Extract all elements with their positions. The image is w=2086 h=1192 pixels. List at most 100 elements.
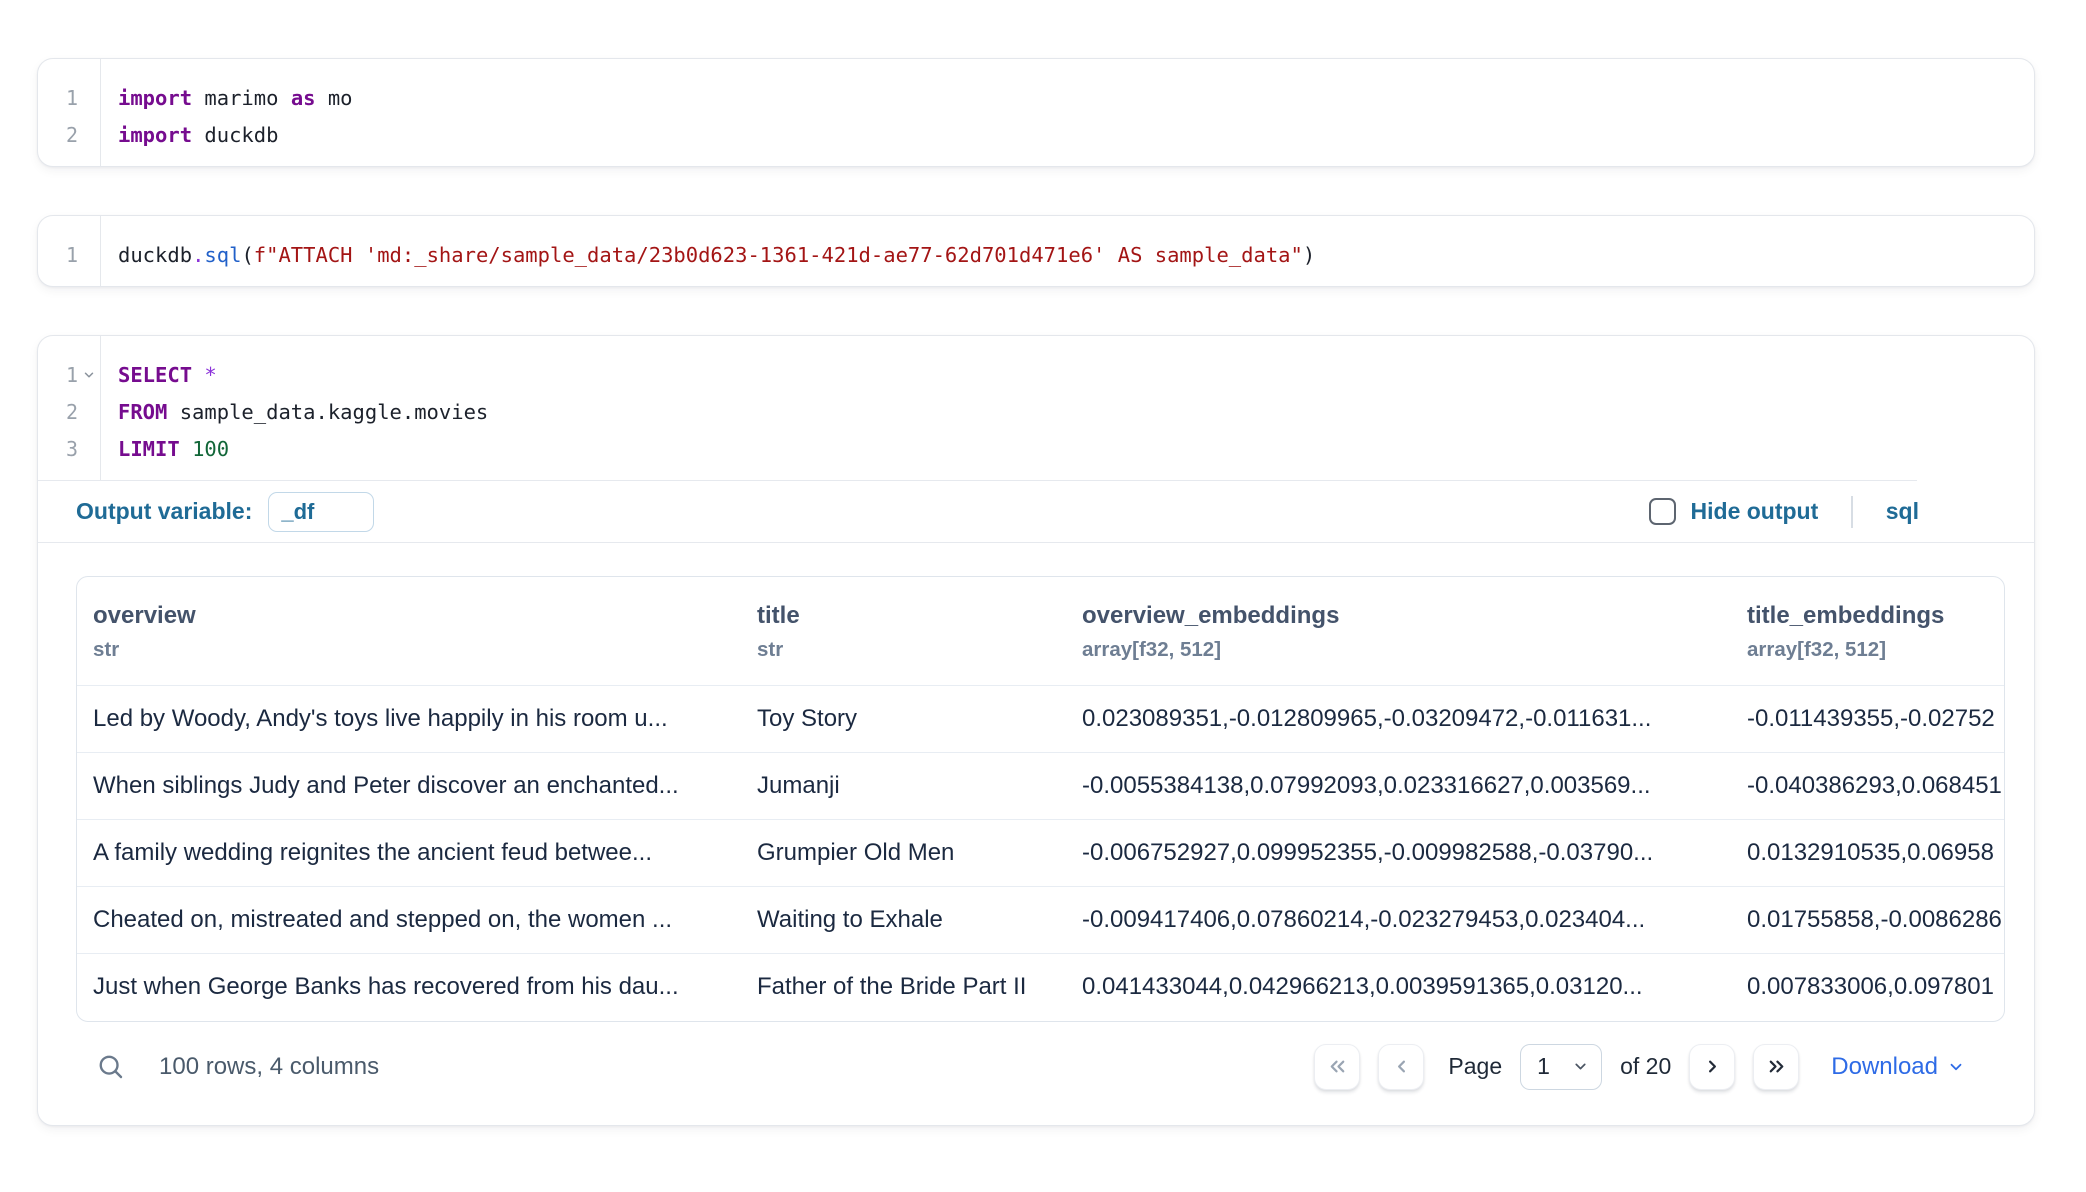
line-number: 2 <box>38 123 78 147</box>
line-number: 3 <box>38 437 78 461</box>
hide-output-checkbox[interactable] <box>1649 498 1676 525</box>
column-name: overview <box>93 603 725 629</box>
code-line: FROM sample_data.kaggle.movies <box>118 393 2034 430</box>
code-area[interactable]: SELECT * FROM sample_data.kaggle.movies … <box>101 336 2034 480</box>
code-token: ( <box>241 243 253 267</box>
line-number-gutter: 1 <box>38 216 101 286</box>
output-variable-input[interactable] <box>268 492 374 532</box>
column-header-title[interactable]: title str <box>741 577 1066 686</box>
table-row: Led by Woody, Andy's toys live happily i… <box>77 686 2004 753</box>
sql-cell: 1 2 3 SELECT * FROM sample_data.kaggle.m… <box>37 335 2035 1126</box>
column-header-title-embeddings[interactable]: title_embeddings array[f32, 512] <box>1731 577 2004 686</box>
code-token: 100 <box>192 437 229 461</box>
code-token: SELECT <box>118 363 192 387</box>
table-row: Just when George Banks has recovered fro… <box>77 954 2004 1021</box>
last-page-icon <box>1765 1055 1788 1078</box>
code-token: LIMIT <box>118 437 180 461</box>
cell-overview: Cheated on, mistreated and stepped on, t… <box>77 887 741 954</box>
first-page-button[interactable] <box>1314 1044 1360 1090</box>
cell-overview-embeddings: 0.041433044,0.042966213,0.0039591365,0.0… <box>1066 954 1731 1021</box>
search-icon <box>96 1052 126 1082</box>
page-label: Page <box>1448 1053 1502 1080</box>
line-number: 2 <box>38 400 78 424</box>
column-name: title_embeddings <box>1747 603 1988 629</box>
dataframe-table: overview str title str overview_embeddin… <box>76 576 2005 1022</box>
code-token: marimo <box>192 86 291 110</box>
sql-output: overview str title str overview_embeddin… <box>38 543 2034 1125</box>
column-type: str <box>757 639 1050 661</box>
code-editor-1[interactable]: 1 2 import marimo as mo import duckdb <box>38 59 2034 166</box>
cell-title: Grumpier Old Men <box>741 820 1066 887</box>
divider <box>1851 496 1853 528</box>
cell-overview: A family wedding reignites the ancient f… <box>77 820 741 887</box>
last-page-button[interactable] <box>1753 1044 1799 1090</box>
code-editor-2[interactable]: 1 duckdb . sql ( f"ATTACH 'md:_share/sam… <box>38 216 2034 286</box>
cell-overview: Led by Woody, Andy's toys live happily i… <box>77 686 741 753</box>
table-row: A family wedding reignites the ancient f… <box>77 820 2004 887</box>
notebook: 1 2 import marimo as mo import duckdb <box>0 0 2086 1126</box>
cell-overview-embeddings: 0.023089351,-0.012809965,-0.03209472,-0.… <box>1066 686 1731 753</box>
code-token: * <box>204 363 216 387</box>
output-variable-label: Output variable: <box>76 498 252 525</box>
cell-overview-embeddings: -0.009417406,0.07860214,-0.023279453,0.0… <box>1066 887 1731 954</box>
code-token: sample_data.kaggle.movies <box>167 400 488 424</box>
language-toggle-sql[interactable]: sql <box>1886 498 1919 525</box>
line-number: 1 <box>38 243 78 267</box>
table-row: When siblings Judy and Peter discover an… <box>77 753 2004 820</box>
code-token <box>192 363 204 387</box>
code-line: import marimo as mo <box>118 79 2034 116</box>
sql-code-editor[interactable]: 1 2 3 SELECT * FROM sample_data.kaggle.m… <box>38 336 2034 480</box>
code-area[interactable]: duckdb . sql ( f"ATTACH 'md:_share/sampl… <box>101 216 2034 286</box>
code-cell-2: 1 duckdb . sql ( f"ATTACH 'md:_share/sam… <box>37 215 2035 287</box>
column-header-overview[interactable]: overview str <box>77 577 741 686</box>
previous-page-button[interactable] <box>1378 1044 1424 1090</box>
table-row: Cheated on, mistreated and stepped on, t… <box>77 887 2004 954</box>
hide-output-label: Hide output <box>1691 498 1819 525</box>
cell-overview-embeddings: -0.0055384138,0.07992093,0.023316627,0.0… <box>1066 753 1731 820</box>
column-name: title <box>757 603 1050 629</box>
code-token: f"ATTACH 'md:_share/sample_data/23b0d623… <box>254 243 1303 267</box>
line-number-gutter: 1 2 <box>38 59 101 166</box>
cell-title: Father of the Bride Part II <box>741 954 1066 1021</box>
code-token: mo <box>316 86 353 110</box>
code-line: SELECT * <box>118 356 2034 393</box>
row-count-summary: 100 rows, 4 columns <box>159 1053 379 1081</box>
column-header-overview-embeddings[interactable]: overview_embeddings array[f32, 512] <box>1066 577 1731 686</box>
code-token: import <box>118 86 192 110</box>
page-select[interactable]: 1 <box>1520 1044 1602 1090</box>
cell-overview-embeddings: -0.006752927,0.099952355,-0.009982588,-0… <box>1066 820 1731 887</box>
cell-title: Toy Story <box>741 686 1066 753</box>
chevron-down-icon <box>1947 1058 1965 1076</box>
cell-title-embeddings: 0.01755858,-0.0086286 <box>1731 887 2004 954</box>
search-button[interactable] <box>96 1052 126 1082</box>
code-token <box>180 437 192 461</box>
table-header-row: overview str title str overview_embeddin… <box>77 577 2004 686</box>
line-number: 1 <box>38 86 78 110</box>
code-line: import duckdb <box>118 116 2034 153</box>
code-cell-1: 1 2 import marimo as mo import duckdb <box>37 58 2035 167</box>
cell-title: Jumanji <box>741 753 1066 820</box>
chevron-left-icon <box>1390 1055 1413 1078</box>
cell-overview: Just when George Banks has recovered fro… <box>77 954 741 1021</box>
column-type: array[f32, 512] <box>1747 639 1988 661</box>
cell-title-embeddings: 0.0132910535,0.06958 <box>1731 820 2004 887</box>
chevron-right-icon <box>1701 1055 1724 1078</box>
code-token: . <box>192 243 204 267</box>
cell-title-embeddings: 0.007833006,0.097801 <box>1731 954 2004 1021</box>
column-type: array[f32, 512] <box>1082 639 1715 661</box>
chevron-down-icon <box>1572 1058 1589 1075</box>
sql-cell-toolbar: Output variable: Hide output sql <box>38 481 2034 543</box>
code-line: LIMIT 100 <box>118 430 2034 467</box>
cell-overview: When siblings Judy and Peter discover an… <box>77 753 741 820</box>
table-footer: 100 rows, 4 columns Page <box>76 1036 2005 1098</box>
code-token: FROM <box>118 400 167 424</box>
line-number-gutter: 1 2 3 <box>38 336 101 480</box>
next-page-button[interactable] <box>1689 1044 1735 1090</box>
code-token: duckdb <box>192 123 278 147</box>
line-number: 1 <box>38 363 78 387</box>
code-token: ) <box>1303 243 1315 267</box>
download-button[interactable]: Download <box>1831 1053 1965 1081</box>
code-token: sql <box>204 243 241 267</box>
code-area[interactable]: import marimo as mo import duckdb <box>101 59 2034 166</box>
fold-chevron-down-icon[interactable] <box>78 368 100 382</box>
